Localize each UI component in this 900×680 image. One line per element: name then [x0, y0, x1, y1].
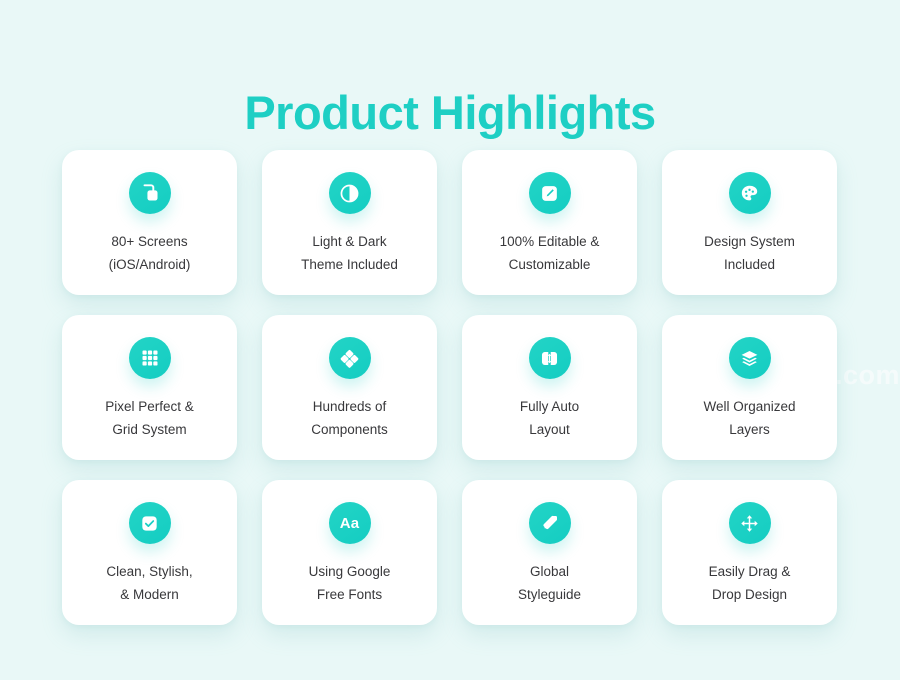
checkbox-checked-icon: [128, 502, 171, 544]
highlight-card-label: 100% Editable & Customizable: [499, 234, 600, 272]
highlight-card-layers[interactable]: Well Organized Layers: [662, 315, 837, 460]
highlight-card-label: Well Organized Layers: [703, 399, 796, 437]
highlight-card-auto-layout[interactable]: Fully Auto Layout: [462, 315, 637, 460]
highlights-grid: 80+ Screens (iOS/Android) Light & Dark T…: [62, 150, 838, 625]
highlight-card-grid[interactable]: Pixel Perfect & Grid System: [62, 315, 237, 460]
highlight-card-label: Easily Drag & Drop Design: [708, 564, 791, 602]
auto-layout-icon: [528, 337, 571, 379]
highlight-card-drag-drop[interactable]: Easily Drag & Drop Design: [662, 480, 837, 625]
highlight-card-label: 80+ Screens (iOS/Android): [108, 234, 191, 272]
copy-stack-icon: [128, 172, 171, 214]
move-four-arrows-icon: [728, 502, 771, 544]
highlight-card-styleguide[interactable]: Global Styleguide: [462, 480, 637, 625]
highlight-card-modern[interactable]: Clean, Stylish, & Modern: [62, 480, 237, 625]
highlight-card-label: Design System Included: [704, 234, 795, 272]
highlight-card-label: Global Styleguide: [517, 564, 582, 602]
highlight-card-label: Hundreds of Components: [311, 399, 388, 437]
four-diamonds-component-icon: [328, 337, 371, 379]
highlight-card-label: Light & Dark Theme Included: [301, 234, 398, 272]
grid-nine-squares-icon: [128, 337, 171, 379]
highlight-card-screens[interactable]: 80+ Screens (iOS/Android): [62, 150, 237, 295]
pencil-square-icon: [528, 172, 571, 214]
highlight-card-label: Fully Auto Layout: [519, 399, 580, 437]
aa-glyph: Aa: [339, 514, 360, 532]
highlight-card-editable[interactable]: 100% Editable & Customizable: [462, 150, 637, 295]
product-highlights-page: .com Product Highlights 80+ Screens (iOS…: [0, 0, 900, 680]
style-tag-icon: [528, 502, 571, 544]
highlight-card-label: Clean, Stylish, & Modern: [106, 564, 193, 602]
highlight-card-design-system[interactable]: Design System Included: [662, 150, 837, 295]
typography-aa-icon: Aa: [328, 502, 371, 544]
highlight-card-fonts[interactable]: Aa Using Google Free Fonts: [262, 480, 437, 625]
page-title: Product Highlights: [244, 86, 656, 140]
highlight-card-label: Using Google Free Fonts: [308, 564, 391, 602]
highlight-card-theme[interactable]: Light & Dark Theme Included: [262, 150, 437, 295]
paint-palette-icon: [728, 172, 771, 214]
highlight-card-components[interactable]: Hundreds of Components: [262, 315, 437, 460]
contrast-half-circle-icon: [328, 172, 371, 214]
highlight-card-label: Pixel Perfect & Grid System: [105, 399, 194, 437]
layers-stack-icon: [728, 337, 771, 379]
